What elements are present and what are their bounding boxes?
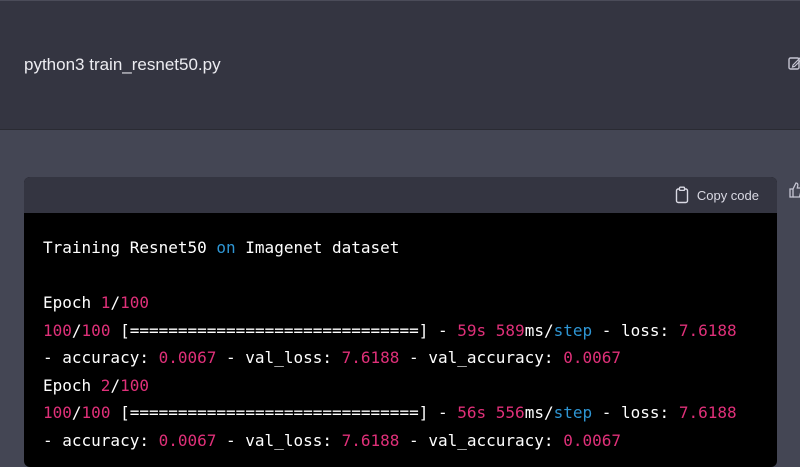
user-message: python3 train_resnet50.py <box>0 0 800 130</box>
code-token: - loss: <box>592 403 679 422</box>
code-token: 100 <box>120 293 149 312</box>
code-token: 100 <box>43 320 72 340</box>
code-line: Training Resnet50 on Imagenet dataset <box>43 234 777 262</box>
code-token: 7.6188 <box>341 348 400 367</box>
code-token: 100 <box>81 320 111 340</box>
code-token: - val_accuracy: <box>399 348 564 367</box>
code-token: / <box>110 375 121 395</box>
code-token: [==============================] - <box>110 320 458 340</box>
code-token: 589 <box>495 320 525 340</box>
copy-code-label: Copy code <box>696 187 759 203</box>
code-token: 59s <box>457 320 487 340</box>
code-token: - accuracy: <box>43 348 159 367</box>
code-token: / <box>71 403 82 422</box>
code-line: 100/100 [==============================]… <box>43 317 777 345</box>
code-token: - val_loss: <box>216 430 342 450</box>
copy-code-button[interactable]: Copy code <box>675 185 759 205</box>
user-message-text: python3 train_resnet50.py <box>24 55 221 74</box>
code-token: 100 <box>120 375 149 395</box>
code-line: Epoch 1/100 <box>43 289 777 317</box>
code-token: - accuracy: <box>43 430 159 450</box>
code-token: 0.0067 <box>158 348 217 367</box>
code-line: - accuracy: 0.0067 - val_loss: 7.6188 - … <box>43 427 777 455</box>
thumbs-up-icon[interactable] <box>788 181 800 199</box>
code-token: [==============================] - <box>110 403 458 422</box>
code-token: - loss: <box>592 320 679 340</box>
code-token: ms/ <box>524 403 554 422</box>
code-token: Imagenet dataset <box>235 238 400 257</box>
code-line: 100/100 [==============================]… <box>43 399 777 427</box>
code-token: 100 <box>43 403 72 422</box>
code-token: / <box>110 293 121 312</box>
code-token: step <box>553 320 593 340</box>
code-token: 7.6188 <box>678 320 737 340</box>
code-line: - accuracy: 0.0067 - val_loss: 7.6188 - … <box>43 344 777 372</box>
code-token: 0.0067 <box>563 430 621 450</box>
code-token: - val_loss: <box>216 348 342 367</box>
code-token: 7.6188 <box>678 403 737 422</box>
code-token: 0.0067 <box>563 348 621 367</box>
code-token: 7.6188 <box>341 430 400 450</box>
code-token: 1 <box>100 293 111 312</box>
code-token: - val_accuracy: <box>399 430 564 450</box>
code-token: Epoch <box>43 375 101 395</box>
code-token: on <box>216 238 236 257</box>
code-token: ms/ <box>524 320 554 340</box>
code-block: Copy code Training Resnet50 on Imagenet … <box>24 177 777 467</box>
edit-icon[interactable] <box>788 55 800 71</box>
code-token: Training Resnet50 <box>43 238 217 257</box>
code-token: step <box>553 403 593 422</box>
code-token: 0.0067 <box>158 430 217 450</box>
code-token: 100 <box>81 403 111 422</box>
code-token: Epoch <box>43 293 101 312</box>
code-block-header: Copy code <box>24 177 777 213</box>
code-line: Epoch 2/100 <box>43 372 777 400</box>
code-content: Training Resnet50 on Imagenet dataset Epo… <box>24 213 777 454</box>
code-token: / <box>71 320 82 340</box>
code-token: 2 <box>100 375 111 395</box>
code-token: 56s <box>457 403 487 422</box>
code-token: 556 <box>495 403 525 422</box>
clipboard-icon <box>675 186 689 204</box>
